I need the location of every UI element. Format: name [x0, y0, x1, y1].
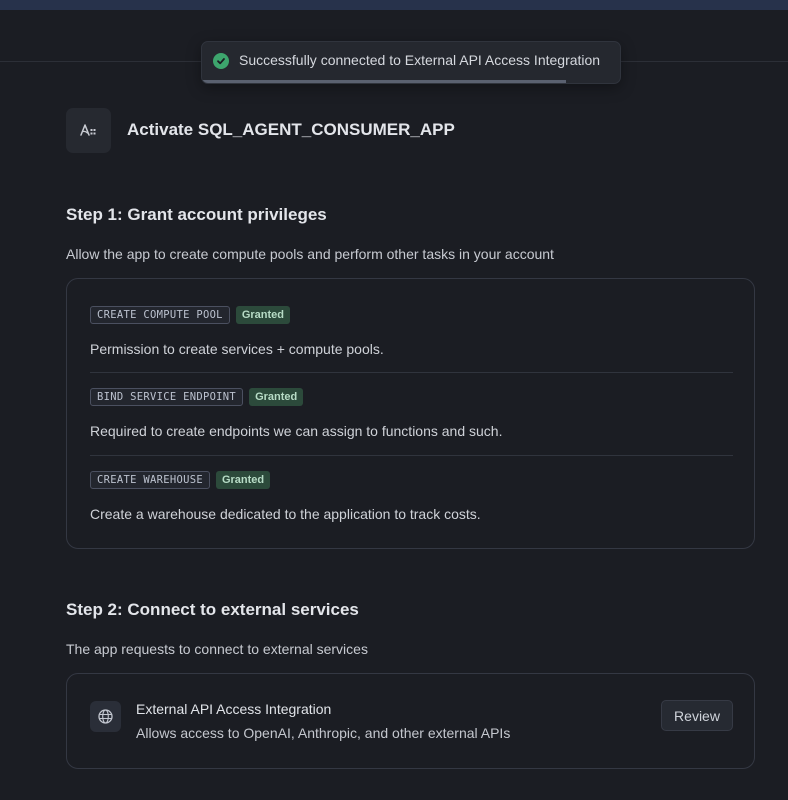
privilege-item: CREATE COMPUTE POOL Granted Permission to…: [90, 306, 733, 357]
success-toast: Successfully connected to External API A…: [201, 41, 621, 84]
status-badge: Granted: [235, 306, 290, 324]
toast-progress-track: [202, 80, 620, 83]
privilege-item: CREATE WAREHOUSE Granted Create a warehou…: [90, 471, 733, 522]
page-title: Activate SQL_AGENT_CONSUMER_APP: [127, 120, 455, 139]
privilege-item: BIND SERVICE ENDPOINT Granted Required to…: [90, 388, 733, 439]
step2-description: The app requests to connect to external …: [66, 641, 368, 657]
external-service-card: External API Access Integration Allows a…: [66, 673, 755, 769]
privilege-description: Create a warehouse dedicated to the appl…: [90, 506, 481, 522]
privilege-code: BIND SERVICE ENDPOINT: [90, 388, 244, 406]
privilege-description: Permission to create services + compute …: [90, 341, 384, 357]
step1-title: Step 1: Grant account privileges: [66, 205, 327, 224]
privilege-description: Required to create endpoints we can assi…: [90, 423, 503, 439]
toast-message: Successfully connected to External API A…: [239, 52, 601, 68]
status-badge: Granted: [249, 388, 304, 406]
check-circle-icon: [213, 53, 229, 69]
step2-title: Step 2: Connect to external services: [66, 600, 359, 619]
divider: [90, 455, 733, 456]
service-name: External API Access Integration: [136, 701, 332, 717]
service-description: Allows access to OpenAI, Anthropic, and …: [136, 725, 511, 741]
privileges-card: CREATE COMPUTE POOL Granted Permission to…: [66, 278, 755, 549]
top-accent-bar: [0, 0, 788, 10]
privilege-code: CREATE COMPUTE POOL: [90, 306, 230, 324]
toast-progress-bar: [202, 80, 566, 83]
review-button[interactable]: Review: [661, 700, 733, 731]
divider: [90, 372, 733, 373]
step1-description: Allow the app to create compute pools an…: [66, 246, 554, 262]
status-badge: Granted: [215, 471, 271, 489]
privilege-code: CREATE WAREHOUSE: [90, 471, 210, 489]
globe-icon: [90, 701, 121, 732]
app-logo-icon: [66, 108, 111, 153]
